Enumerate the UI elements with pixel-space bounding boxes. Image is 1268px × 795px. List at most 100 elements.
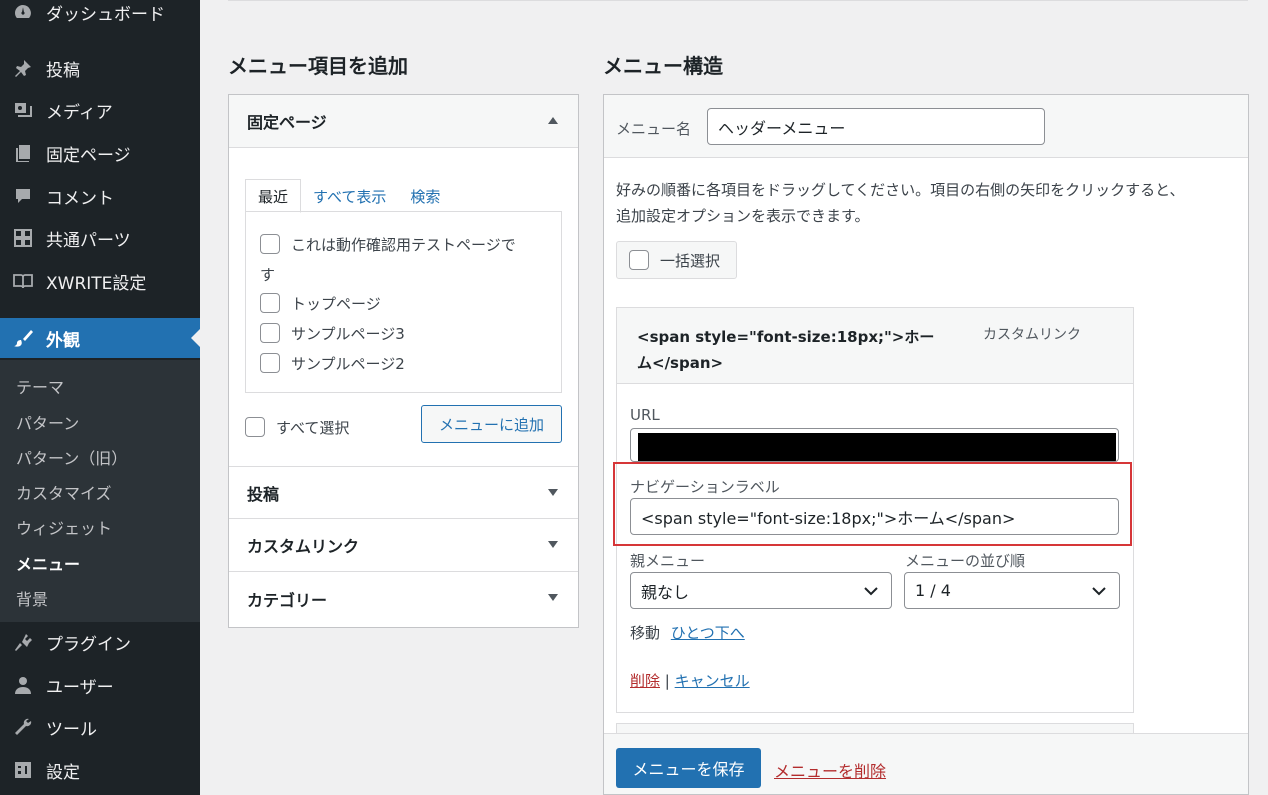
tab-view-all[interactable]: すべて表示 [301, 179, 398, 213]
action-separator: | [664, 672, 670, 690]
add-to-menu-button[interactable]: メニューに追加 [421, 405, 562, 443]
item-actions: 削除 | キャンセル [630, 670, 750, 691]
submenu-widgets[interactable]: ウィジェット [16, 515, 112, 539]
menu-name-input[interactable]: ヘッダーメニュー [707, 108, 1045, 145]
parent-menu-value: 親なし [641, 582, 690, 602]
menu-item: <span style="font-size:18px;">ホー ム</span… [613, 307, 1134, 713]
sidebar-item-dashboard[interactable]: ダッシュボード [0, 0, 200, 32]
sidebar-label: 外観 [46, 330, 80, 351]
move-row: 移動 ひとつ下へ [630, 622, 745, 643]
page-checkbox[interactable] [260, 293, 280, 313]
sidebar-label: 固定ページ [46, 145, 131, 166]
menu-name-label: メニュー名 [616, 120, 692, 138]
book-icon [12, 270, 34, 292]
sidebar-label: ツール [46, 719, 97, 740]
submenu-patterns-old[interactable]: パターン（旧） [16, 445, 127, 469]
move-label: 移動 [630, 624, 661, 642]
appearance-submenu: テーマ パターン パターン（旧） カスタマイズ ウィジェット メニュー 背景 [0, 360, 200, 622]
sidebar-item-xwrite[interactable]: XWRITE設定 [0, 261, 200, 301]
sidebar-item-tools[interactable]: ツール [0, 707, 200, 747]
tab-search[interactable]: 検索 [398, 179, 452, 213]
page-label: サンプルページ3 [291, 325, 405, 343]
sidebar-item-appearance[interactable]: 外観 [0, 318, 200, 358]
posts-section-title: 投稿 [247, 484, 280, 504]
page-option[interactable]: サンプルページ3 [260, 323, 405, 344]
wrench-icon [12, 716, 34, 738]
menu-item-title-line: ム</span> [637, 354, 724, 372]
bulk-select-toggle[interactable]: 一括選択 [616, 241, 737, 279]
menu-name-bar: メニュー名 ヘッダーメニュー [604, 95, 1248, 158]
submenu-menus[interactable]: メニュー [16, 551, 80, 575]
bulk-select-label: 一括選択 [660, 251, 721, 270]
page-option[interactable]: トップページ [260, 293, 381, 314]
expand-arrow-icon[interactable] [548, 541, 558, 548]
pages-section-header[interactable]: 固定ページ [229, 95, 578, 148]
delete-item-link[interactable]: 削除 [630, 672, 660, 690]
save-menu-button[interactable]: メニューを保存 [616, 748, 761, 788]
expand-arrow-icon[interactable] [548, 489, 558, 496]
expand-arrow-icon[interactable] [548, 594, 558, 601]
page-option[interactable]: サンプルページ2 [260, 353, 405, 374]
grid-icon [12, 227, 34, 249]
parent-menu-label: 親メニュー [630, 552, 706, 570]
pages-section-title: 固定ページ [247, 113, 327, 132]
instructions-line: 追加設定オプションを表示できます。 [616, 207, 870, 225]
user-icon [12, 674, 34, 696]
sidebar-item-common-parts[interactable]: 共通パーツ [0, 218, 200, 258]
move-down-link[interactable]: ひとつ下へ [671, 624, 745, 642]
parent-menu-select[interactable]: 親なし [630, 572, 892, 609]
custom-links-section-header[interactable]: カスタムリンク [229, 519, 578, 572]
nav-label-input[interactable]: <span style="font-size:18px;">ホーム</span> [630, 498, 1119, 535]
page-label: トップページ [291, 295, 381, 313]
categories-section-header[interactable]: カテゴリー [229, 572, 578, 625]
menu-instructions: 好みの順番に各項目をドラッグしてください。項目の右側の矢印をクリックすると、 追… [616, 177, 1236, 229]
sidebar-item-media[interactable]: メディア [0, 90, 200, 130]
collapse-arrow-icon[interactable] [548, 117, 558, 124]
page-checkbox[interactable] [260, 323, 280, 343]
menu-item-type: カスタムリンク [983, 327, 1081, 343]
delete-menu-link[interactable]: メニューを削除 [774, 758, 886, 782]
menu-item-title-line: <span style="font-size:18px;">ホー [637, 328, 935, 346]
select-all-checkbox[interactable] [245, 417, 265, 437]
sidebar-item-pages[interactable]: 固定ページ [0, 133, 200, 173]
sidebar-label: コメント [46, 188, 114, 209]
page-option[interactable]: これは動作確認用テストページで [260, 234, 516, 255]
sidebar-item-plugins[interactable]: プラグイン [0, 622, 200, 662]
pages-list-panel: これは動作確認用テストページで す トップページ サンプルページ3 サンプルペー… [245, 211, 562, 393]
sidebar-label: プラグイン [46, 634, 131, 655]
menu-order-select[interactable]: 1 / 4 [904, 572, 1120, 609]
sidebar-item-users[interactable]: ユーザー [0, 665, 200, 705]
menu-item-handle[interactable]: <span style="font-size:18px;">ホー ム</span… [617, 308, 1133, 384]
tab-recent[interactable]: 最近 [245, 179, 302, 213]
posts-section-header[interactable]: 投稿 [229, 466, 578, 519]
sidebar-item-comments[interactable]: コメント [0, 176, 200, 216]
bulk-select-checkbox[interactable] [629, 250, 649, 270]
sidebar-label: 共通パーツ [46, 230, 131, 251]
menu-footer: メニューを保存 メニューを削除 [604, 733, 1248, 794]
cancel-item-link[interactable]: キャンセル [675, 672, 750, 690]
add-items-title: メニュー項目を追加 [228, 54, 408, 78]
select-all-option[interactable]: すべて選択 [245, 417, 349, 438]
pin-icon [12, 57, 34, 79]
submenu-themes[interactable]: テーマ [16, 374, 64, 398]
url-label: URL [630, 406, 660, 424]
submenu-background[interactable]: 背景 [16, 586, 48, 610]
nav-label-label: ナビゲーションラベル [630, 478, 780, 496]
instructions-line: 好みの順番に各項目をドラッグしてください。項目の右側の矢印をクリックすると、 [616, 181, 1185, 199]
sidebar-label: 投稿 [46, 60, 80, 81]
plugin-icon [12, 631, 34, 653]
chevron-down-icon [864, 587, 878, 596]
page-checkbox[interactable] [260, 234, 280, 254]
sidebar-label: ユーザー [46, 677, 114, 698]
sidebar-item-settings[interactable]: 設定 [0, 750, 200, 790]
comment-icon [12, 185, 34, 207]
page-label: これは動作確認用テストページで [291, 236, 516, 254]
url-input[interactable] [630, 428, 1119, 462]
sidebar-item-posts[interactable]: 投稿 [0, 48, 200, 88]
page-label-wrap: す [260, 264, 275, 285]
submenu-customize[interactable]: カスタマイズ [16, 480, 112, 504]
page-checkbox[interactable] [260, 353, 280, 373]
menu-structure-panel: メニュー名 ヘッダーメニュー 好みの順番に各項目をドラッグしてください。項目の右… [603, 94, 1249, 795]
menu-order-value: 1 / 4 [915, 581, 951, 600]
submenu-patterns[interactable]: パターン [16, 410, 79, 434]
